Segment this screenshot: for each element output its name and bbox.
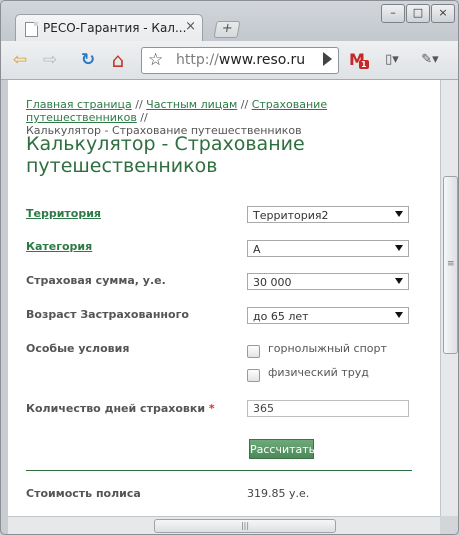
gmail-icon[interactable]: M 1	[346, 50, 369, 70]
close-window-button[interactable]: ×	[431, 4, 455, 23]
dropdown-arrow-icon	[395, 312, 403, 318]
breadcrumb-link-home[interactable]: Главная страница	[26, 98, 132, 111]
labor-checkbox-label: физический труд	[268, 366, 369, 379]
required-mark: *	[208, 402, 215, 415]
tab-title: РЕСО-Гарантия - Кал...	[43, 21, 187, 35]
ski-checkbox[interactable]	[247, 345, 260, 358]
labor-checkbox[interactable]	[247, 369, 260, 382]
go-icon[interactable]	[323, 52, 332, 66]
breadcrumb-link-private[interactable]: Частным лицам	[146, 98, 237, 111]
grip-icon: |||	[240, 521, 250, 530]
age-label: Возраст Застрахованного	[26, 308, 189, 321]
page-title: Калькулятор - Страхование путешественник…	[26, 133, 305, 177]
category-select[interactable]: A	[247, 240, 409, 257]
wrench-menu-icon[interactable]: ✎▾	[415, 50, 445, 70]
grip-icon: ≡	[447, 259, 454, 269]
bookmark-star-icon[interactable]: ☆	[148, 50, 163, 70]
conditions-label: Особые условия	[26, 342, 130, 355]
category-label-link[interactable]: Категория	[26, 240, 92, 253]
divider	[26, 470, 412, 471]
url-text: http://www.reso.ru	[176, 52, 306, 68]
dropdown-arrow-icon	[395, 211, 403, 217]
tab-strip: РЕСО-Гарантия - Кал... × + – □ ×	[1, 1, 458, 42]
territory-select[interactable]: Территория2	[247, 206, 409, 223]
back-arrow-icon[interactable]: ⇦	[9, 50, 31, 70]
scroll-corner	[440, 516, 458, 534]
address-bar[interactable]: ☆ http://www.reso.ru	[141, 47, 339, 74]
new-tab-button[interactable]: +	[213, 21, 241, 38]
dropdown-arrow-icon	[395, 278, 403, 284]
days-label: Количество дней страховки *	[26, 402, 215, 415]
browser-toolbar: ⇦ ⇨ ↻ ⌂ ☆ http://www.reso.ru M 1 ▯▾ ✎▾	[1, 41, 458, 80]
forward-arrow-icon[interactable]: ⇨	[39, 50, 61, 70]
dropdown-arrow-icon	[395, 245, 403, 251]
page-content: Главная страница // Частным лицам // Стр…	[8, 80, 440, 516]
mail-count-badge: 1	[359, 60, 369, 69]
maximize-button[interactable]: □	[406, 4, 430, 23]
sum-select[interactable]: 30 000	[247, 273, 409, 290]
age-select[interactable]: до 65 лет	[247, 307, 409, 324]
vertical-scroll-thumb[interactable]: ≡	[443, 176, 458, 354]
days-input[interactable]: 365	[247, 400, 409, 417]
horizontal-scroll-thumb[interactable]: |||	[154, 519, 336, 533]
territory-label-link[interactable]: Территория	[26, 207, 101, 220]
minimize-button[interactable]: –	[381, 4, 405, 23]
tab-close-icon[interactable]: ×	[185, 19, 196, 34]
policy-cost-value: 319.85 у.е.	[247, 487, 310, 500]
page-icon	[25, 22, 38, 37]
tab-reso[interactable]: РЕСО-Гарантия - Кал... ×	[15, 14, 203, 42]
reload-icon[interactable]: ↻	[77, 50, 99, 70]
horizontal-scrollbar[interactable]: |||	[8, 516, 440, 534]
sum-label: Страховая сумма, у.е.	[26, 274, 166, 287]
home-icon[interactable]: ⌂	[107, 50, 129, 70]
vertical-scrollbar[interactable]: ≡	[440, 80, 458, 516]
breadcrumb: Главная страница // Частным лицам // Стр…	[26, 98, 328, 137]
ski-checkbox-label: горнолыжный спорт	[268, 342, 387, 355]
browser-window: РЕСО-Гарантия - Кал... × + – □ × ⇦ ⇨ ↻ ⌂…	[0, 0, 459, 535]
calculate-button[interactable]: Рассчитать	[249, 439, 315, 459]
page-menu-icon[interactable]: ▯▾	[377, 50, 407, 70]
policy-cost-label: Стоимость полиса	[26, 487, 141, 500]
